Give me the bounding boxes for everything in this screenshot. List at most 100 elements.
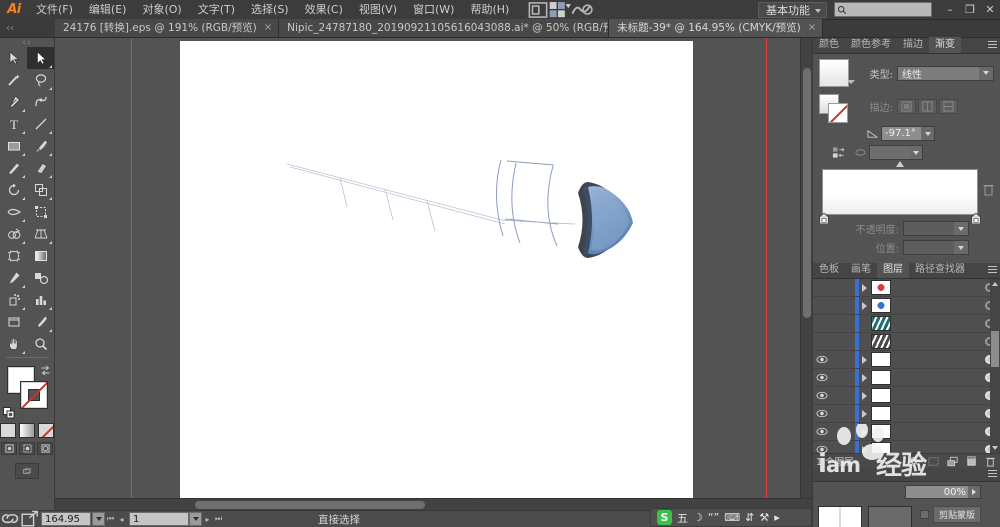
horizontal-scroll-thumb[interactable] [195, 501, 425, 509]
stock-icon[interactable] [571, 1, 594, 19]
restore-button[interactable]: ❐ [960, 0, 980, 20]
draw-inside-button[interactable] [37, 442, 53, 455]
mesh-tool[interactable] [0, 245, 27, 267]
zoom-tool[interactable] [27, 333, 54, 355]
layer-visibility-toggle[interactable] [813, 373, 830, 382]
scroll-down-icon[interactable] [992, 446, 998, 450]
ratio-dropdown-icon[interactable] [909, 146, 922, 159]
default-fill-stroke-icon[interactable] [3, 407, 15, 419]
document-tab-1[interactable]: 24176 [转换].eps @ 191% (RGB/预览) × [55, 19, 280, 37]
minimize-button[interactable]: – [940, 0, 960, 20]
angle-dropdown-icon[interactable] [921, 127, 934, 140]
symbol-sprayer-tool[interactable] [0, 289, 27, 311]
workspace-switcher[interactable]: 基本功能 [758, 1, 827, 18]
layer-expand-arrow[interactable] [857, 356, 871, 364]
curvature-tool[interactable] [27, 91, 54, 113]
arrange-documents-icon[interactable] [549, 1, 572, 19]
artboard-dropdown-icon[interactable] [189, 512, 202, 526]
artboard-tool[interactable] [0, 311, 27, 333]
tab-gradient[interactable]: 渐变 [929, 37, 961, 53]
slice-tool[interactable] [27, 311, 54, 333]
type-tool[interactable]: T [0, 113, 27, 135]
menu-select[interactable]: 选择(S) [243, 0, 297, 20]
menu-window[interactable]: 窗口(W) [405, 0, 462, 20]
stroke-gradient-across-button[interactable] [939, 99, 958, 114]
scale-tool[interactable] [27, 179, 54, 201]
tab-color-guide[interactable]: 颜色参考 [845, 37, 897, 53]
layer-expand-arrow[interactable] [857, 410, 871, 418]
table-row[interactable] [813, 315, 1000, 333]
hand-tool[interactable] [0, 333, 27, 355]
eyedropper-tool[interactable] [0, 267, 27, 289]
delete-gradient-stop-icon[interactable] [983, 183, 994, 196]
vertical-scroll-thumb[interactable] [803, 68, 811, 318]
table-row[interactable] [813, 423, 1000, 441]
tools-panel-handle[interactable]: ‹‹ [0, 38, 54, 48]
menu-view[interactable]: 视图(V) [351, 0, 405, 20]
gradient-ratio-input[interactable] [869, 145, 923, 160]
table-row[interactable] [813, 333, 1000, 351]
free-transform-tool[interactable] [27, 201, 54, 223]
ime-more-icon[interactable]: ▸ [774, 511, 780, 524]
layer-visibility-toggle[interactable] [813, 391, 830, 400]
rocket-nose-cone-drawing[interactable] [55, 38, 812, 510]
layer-visibility-toggle[interactable] [813, 445, 830, 453]
table-row[interactable] [813, 351, 1000, 369]
layer-expand-arrow[interactable] [857, 374, 871, 382]
document-tab-3[interactable]: 未标题-39* @ 164.95% (CMYK/预览) × [609, 19, 824, 37]
ime-switch-icon[interactable]: ⇵ [745, 511, 754, 524]
line-segment-tool[interactable] [27, 113, 54, 135]
tab-color[interactable]: 颜色 [813, 37, 845, 53]
tab-layers[interactable]: 图层 [877, 262, 909, 278]
prev-artboard-button[interactable]: ◂ [116, 512, 127, 526]
gradient-midpoint-handle[interactable] [896, 161, 904, 167]
search-input[interactable] [834, 2, 932, 17]
document-tab-1-close-icon[interactable]: × [264, 23, 272, 33]
selection-tool[interactable] [0, 47, 27, 69]
layer-expand-arrow[interactable] [857, 302, 871, 310]
none-mode-button[interactable] [38, 423, 54, 438]
layer-expand-arrow[interactable] [857, 284, 871, 292]
ime-keyboard-icon[interactable]: ⌨ [724, 511, 740, 524]
gradient-stop-right[interactable] [971, 212, 981, 225]
sogou-logo-icon[interactable]: S [657, 510, 672, 525]
layers-list[interactable] [813, 279, 1000, 453]
shaper-tool[interactable] [0, 157, 27, 179]
table-row[interactable] [813, 387, 1000, 405]
draw-behind-button[interactable] [19, 442, 35, 455]
tab-brushes[interactable]: 画笔 [845, 262, 877, 278]
gradient-location-input[interactable] [903, 240, 969, 255]
table-row[interactable] [813, 405, 1000, 423]
gradient-opacity-input[interactable] [903, 221, 969, 236]
magic-wand-tool[interactable] [0, 69, 27, 91]
first-artboard-button[interactable]: ⏮ [105, 512, 116, 526]
close-button[interactable]: ✕ [980, 0, 1000, 20]
width-tool[interactable] [0, 201, 27, 223]
bridge-icon[interactable] [527, 1, 549, 19]
create-new-layer-icon[interactable] [962, 454, 981, 469]
clip-checkbox[interactable] [920, 510, 929, 519]
gradient-slider[interactable] [822, 169, 978, 215]
direct-selection-tool[interactable] [27, 47, 54, 69]
mask-thumbnail[interactable] [868, 506, 912, 527]
lasso-tool[interactable] [27, 69, 54, 91]
scroll-up-icon[interactable] [992, 282, 998, 286]
gradient-stop-left[interactable] [819, 212, 829, 225]
rotate-tool[interactable] [0, 179, 27, 201]
menu-object[interactable]: 对象(O) [134, 0, 189, 20]
gradient-type-select[interactable]: 线性 [897, 65, 994, 81]
blend-tool[interactable] [27, 267, 54, 289]
gradient-stroke-swatch[interactable] [828, 103, 848, 123]
transparency-panel-menu-icon[interactable] [985, 470, 997, 480]
canvas-vertical-scrollbar[interactable] [800, 38, 812, 510]
reverse-gradient-icon[interactable] [825, 146, 851, 159]
menu-edit[interactable]: 编辑(E) [81, 0, 135, 20]
table-row[interactable] [813, 441, 1000, 453]
layer-visibility-toggle[interactable] [813, 409, 830, 418]
menu-type[interactable]: 文字(T) [190, 0, 243, 20]
create-new-sublayer-icon[interactable] [943, 454, 962, 469]
gradient-angle-input[interactable]: -97.1° [881, 126, 935, 141]
document-tab-2[interactable]: Nipic_24787180_20190921105616043088.ai* … [279, 19, 610, 37]
table-row[interactable] [813, 369, 1000, 387]
next-artboard-button[interactable]: ▸ [202, 512, 213, 526]
